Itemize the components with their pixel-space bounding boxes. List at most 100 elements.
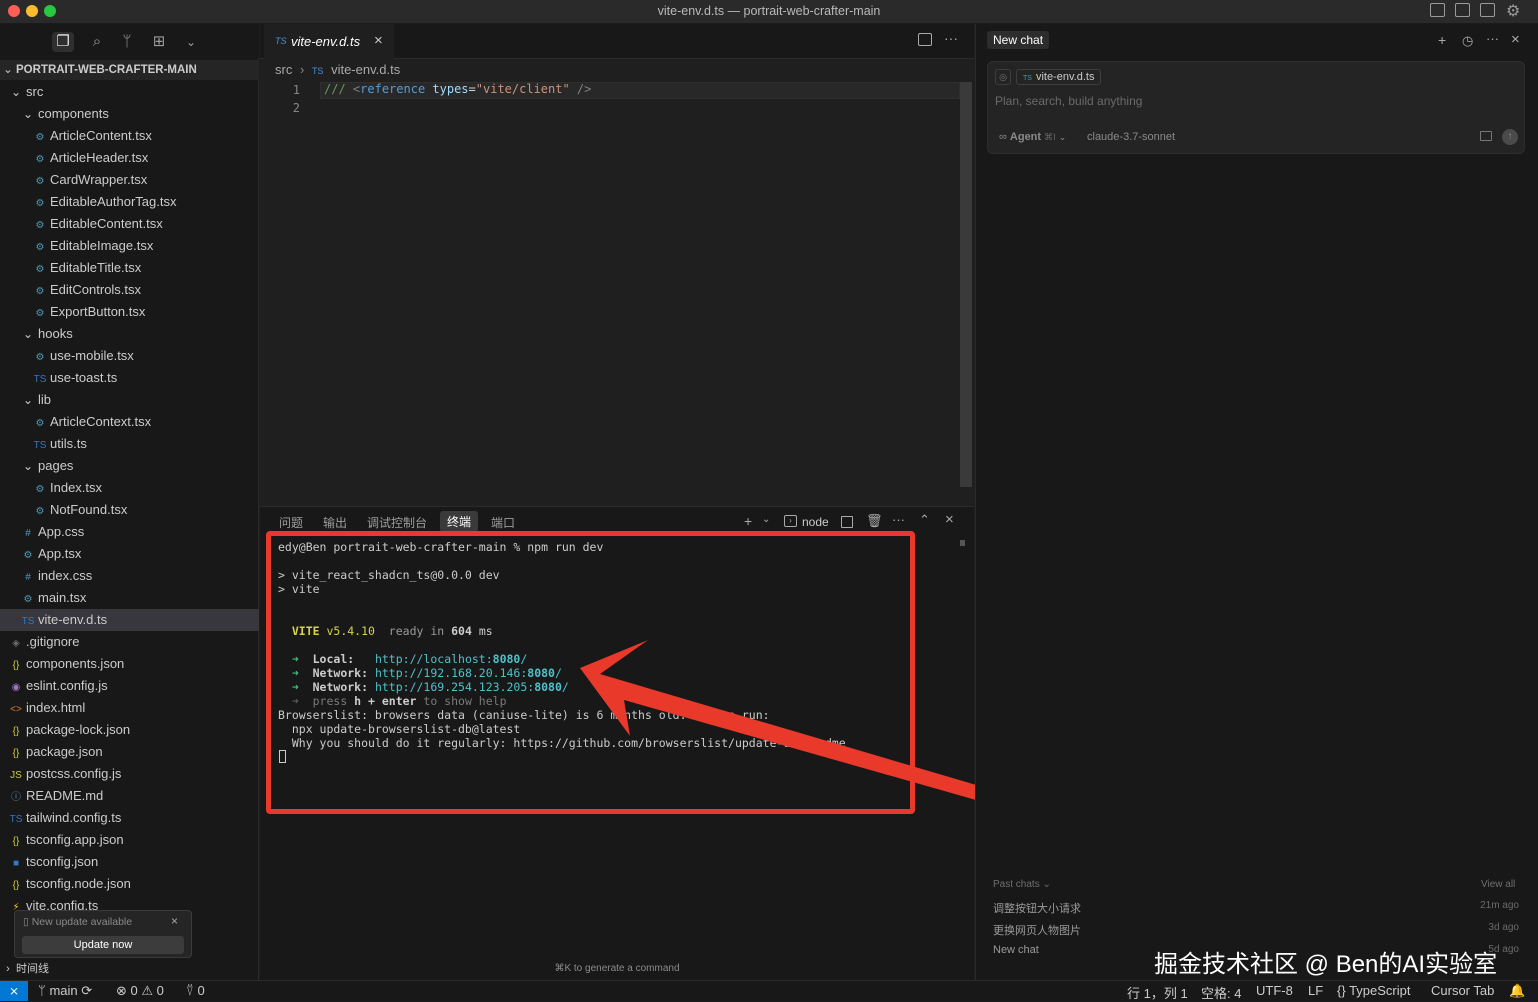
file-item[interactable]: ⚙ CardWrapper.tsx: [0, 169, 259, 191]
file-item[interactable]: {} package.json: [0, 741, 259, 763]
file-item[interactable]: ⚙ Index.tsx: [0, 477, 259, 499]
file-item[interactable]: ⚙ EditableAuthorTag.tsx: [0, 191, 259, 213]
close-tab-icon[interactable]: ×: [374, 32, 383, 49]
remote-icon[interactable]: ⨯: [0, 981, 28, 1001]
view-all-link[interactable]: View all: [1481, 879, 1515, 890]
problems-indicator[interactable]: ⊗ 0 ⚠ 0: [116, 983, 164, 999]
file-item[interactable]: ⚙ NotFound.tsx: [0, 499, 259, 521]
toggle-secondary-sidebar-icon[interactable]: [1480, 3, 1495, 17]
timeline-section[interactable]: › 时间线: [0, 958, 259, 980]
file-item[interactable]: # index.css: [0, 565, 259, 587]
image-attach-icon[interactable]: [1480, 131, 1492, 141]
model-selector[interactable]: claude-3.7-sonnet: [1087, 131, 1175, 143]
file-item[interactable]: ◉ eslint.config.js: [0, 675, 259, 697]
file-item[interactable]: ⚙ EditableTitle.tsx: [0, 257, 259, 279]
source-control-icon[interactable]: ᛘ: [116, 32, 138, 52]
file-item[interactable]: {} components.json: [0, 653, 259, 675]
folder-item[interactable]: ⌄ lib: [0, 389, 259, 411]
split-terminal-icon[interactable]: [841, 516, 853, 528]
close-chat-icon[interactable]: ×: [1511, 31, 1520, 48]
add-context-icon[interactable]: ◎: [995, 69, 1011, 85]
explorer-files-icon[interactable]: ❐: [52, 32, 74, 52]
tab-terminal[interactable]: 终端: [440, 511, 479, 532]
tab-output[interactable]: 输出: [323, 514, 347, 531]
history-icon[interactable]: ◷: [1462, 33, 1473, 49]
trash-icon[interactable]: 🗑: [866, 513, 883, 529]
file-item[interactable]: ⚙ EditControls.tsx: [0, 279, 259, 301]
tab-problems[interactable]: 问题: [279, 514, 303, 531]
file-item[interactable]: ◈ .gitignore: [0, 631, 259, 653]
file-item[interactable]: ⚙ App.tsx: [0, 543, 259, 565]
more-views-chevron-down-icon[interactable]: ⌄: [180, 32, 202, 52]
chat-input-placeholder[interactable]: Plan, search, build anything: [995, 94, 1142, 108]
file-item[interactable]: TS utils.ts: [0, 433, 259, 455]
file-item[interactable]: ■ tsconfig.json: [0, 851, 259, 873]
file-item[interactable]: TS vite-env.d.ts: [0, 609, 259, 631]
file-item[interactable]: ⓘ README.md: [0, 785, 259, 807]
toggle-panel-icon[interactable]: [1455, 3, 1470, 17]
new-terminal-plus-icon[interactable]: +: [744, 513, 752, 529]
more-actions-icon[interactable]: ···: [1486, 31, 1499, 46]
context-file-chip[interactable]: TS vite-env.d.ts: [1016, 69, 1102, 85]
more-actions-icon[interactable]: ···: [892, 512, 905, 527]
toggle-sidebar-icon[interactable]: [1430, 3, 1445, 17]
file-item[interactable]: ⚙ main.tsx: [0, 587, 259, 609]
chat-tab-new-chat[interactable]: New chat: [987, 31, 1050, 49]
breadcrumb-file[interactable]: vite-env.d.ts: [331, 62, 400, 77]
tab-debug-console[interactable]: 调试控制台: [367, 514, 427, 531]
terminal-scrollbar[interactable]: [960, 540, 965, 546]
indentation[interactable]: 空格: 4: [1201, 983, 1241, 1002]
breadcrumb-folder[interactable]: src: [275, 62, 292, 77]
encoding[interactable]: UTF-8: [1256, 983, 1293, 998]
bell-icon[interactable]: 🔔: [1509, 983, 1525, 999]
branch-indicator[interactable]: ᛘ main ⟳: [38, 983, 92, 999]
close-icon[interactable]: ×: [171, 914, 178, 928]
past-chats-label[interactable]: Past chats ⌄: [993, 879, 1051, 890]
extensions-icon[interactable]: ⊞: [148, 32, 170, 52]
file-item[interactable]: TS tailwind.config.ts: [0, 807, 259, 829]
past-chat-item[interactable]: 更换网页人物图片 3d ago: [993, 922, 1519, 944]
split-editor-icon[interactable]: [918, 33, 932, 46]
file-item[interactable]: ⚙ EditableImage.tsx: [0, 235, 259, 257]
editor-tab-vite-env[interactable]: TS vite-env.d.ts ×: [264, 24, 394, 59]
file-item[interactable]: ⚙ use-mobile.tsx: [0, 345, 259, 367]
file-item[interactable]: # App.css: [0, 521, 259, 543]
agent-mode-selector[interactable]: ∞ Agent ⌘I ⌄: [999, 131, 1066, 143]
chevron-down-icon[interactable]: ⌄: [762, 514, 770, 525]
language-mode[interactable]: {} TypeScript: [1337, 983, 1411, 998]
chat-input-box[interactable]: ◎ TS vite-env.d.ts Plan, search, build an…: [987, 61, 1525, 154]
file-item[interactable]: ⚙ ExportButton.tsx: [0, 301, 259, 323]
maximize-panel-chevron-up-icon[interactable]: ⌃: [919, 512, 930, 528]
editor-scrollbar[interactable]: [960, 82, 972, 487]
folder-item[interactable]: ⌄ src: [0, 81, 259, 103]
file-item[interactable]: ⚙ EditableContent.tsx: [0, 213, 259, 235]
past-chat-item[interactable]: 调整按钮大小请求 21m ago: [993, 900, 1519, 922]
explorer-project-header[interactable]: ⌄ PORTRAIT-WEB-CRAFTER-MAIN: [0, 60, 259, 80]
code-content[interactable]: /// <reference types="vite/client" />: [324, 82, 591, 118]
file-item[interactable]: JS postcss.config.js: [0, 763, 259, 785]
file-item[interactable]: TS use-toast.ts: [0, 367, 259, 389]
file-item[interactable]: ⚙ ArticleContext.tsx: [0, 411, 259, 433]
cursor-tab[interactable]: Cursor Tab: [1431, 983, 1494, 998]
ports-indicator[interactable]: ⍢ 0: [186, 983, 205, 999]
settings-gear-icon[interactable]: ⚙: [1506, 1, 1520, 21]
new-chat-plus-icon[interactable]: +: [1438, 32, 1446, 48]
file-item[interactable]: {} package-lock.json: [0, 719, 259, 741]
folder-item[interactable]: ⌄ components: [0, 103, 259, 125]
folder-item[interactable]: ⌄ hooks: [0, 323, 259, 345]
folder-item[interactable]: ⌄ pages: [0, 455, 259, 477]
file-item[interactable]: {} tsconfig.app.json: [0, 829, 259, 851]
close-panel-icon[interactable]: ×: [945, 511, 954, 528]
tab-ports[interactable]: 端口: [491, 514, 515, 531]
update-now-button[interactable]: Update now: [22, 936, 184, 954]
cursor-position[interactable]: 行 1，列 1: [1127, 983, 1188, 1002]
file-item[interactable]: ⚡ vite.config.ts: [0, 895, 259, 911]
more-actions-icon[interactable]: ···: [944, 30, 958, 46]
terminal-name[interactable]: node: [802, 515, 829, 529]
end-of-line[interactable]: LF: [1308, 983, 1323, 998]
send-arrow-up-icon[interactable]: ↑: [1502, 129, 1518, 145]
file-item[interactable]: <> index.html: [0, 697, 259, 719]
file-item[interactable]: ⚙ ArticleContent.tsx: [0, 125, 259, 147]
file-item[interactable]: {} tsconfig.node.json: [0, 873, 259, 895]
file-item[interactable]: ⚙ ArticleHeader.tsx: [0, 147, 259, 169]
